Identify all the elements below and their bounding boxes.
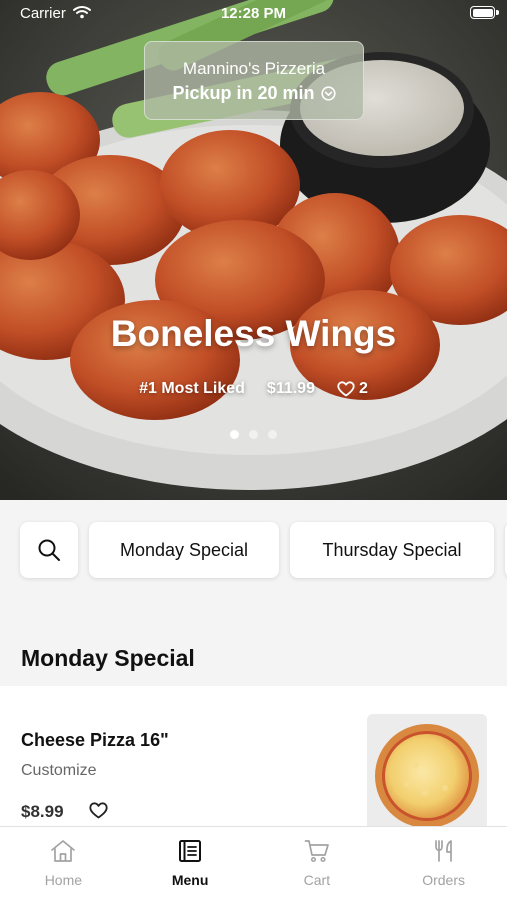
battery-icon <box>470 6 495 19</box>
hero-price: $11.99 <box>266 380 315 397</box>
pizza-image <box>375 724 479 828</box>
search-button[interactable] <box>20 522 78 578</box>
tab-bar: Home Menu Cart Orders <box>0 826 507 900</box>
hero-title: Boneless Wings <box>110 313 397 354</box>
tab-orders-label: Orders <box>422 872 466 888</box>
carousel-dot[interactable] <box>249 430 258 439</box>
battery-tip <box>496 10 499 15</box>
pickup-time-row: Pickup in 20 min <box>145 83 363 104</box>
status-bar: Carrier 12:28 PM <box>0 0 507 28</box>
hero-like-button[interactable]: 2 <box>337 380 368 398</box>
cart-icon <box>304 840 329 863</box>
heart-icon <box>337 381 355 397</box>
tab-home-label: Home <box>44 872 83 888</box>
menu-item-price: $8.99 <box>21 802 64 821</box>
category-chip-thursday-special[interactable]: Thursday Special <box>290 522 494 578</box>
clock: 12:28 PM <box>220 5 287 22</box>
favorite-heart-icon[interactable] <box>89 802 108 819</box>
home-icon <box>51 840 76 862</box>
tab-cart-label: Cart <box>303 872 331 888</box>
pickup-time: Pickup in 20 min <box>172 83 315 103</box>
hero-badge: #1 Most Liked <box>139 380 245 397</box>
tab-orders[interactable]: Orders <box>380 827 507 900</box>
hero-meta: #1 Most Liked $11.99 2 <box>0 380 507 398</box>
chevron-down-circle-icon <box>320 86 336 101</box>
fork-knife-icon <box>434 840 452 862</box>
category-chips: Monday Special Thursday Special <box>20 522 507 578</box>
menu-item-name[interactable]: Cheese Pizza 16" <box>21 730 169 751</box>
tab-menu-label: Menu <box>171 872 209 888</box>
tab-home[interactable]: Home <box>0 827 127 900</box>
carousel-pagination[interactable] <box>0 430 507 439</box>
search-icon <box>38 539 60 561</box>
menu-item-customize[interactable]: Customize <box>21 762 97 780</box>
hero-banner[interactable]: Carrier 12:28 PM Mannino's Pizzeria Pick… <box>0 0 507 500</box>
carousel-dot[interactable] <box>230 430 239 439</box>
tab-menu[interactable]: Menu <box>127 827 254 900</box>
menu-book-icon <box>179 840 202 862</box>
carousel-dot[interactable] <box>268 430 277 439</box>
hero-like-count: 2 <box>358 380 368 397</box>
store-pickup-selector[interactable]: Mannino's Pizzeria Pickup in 20 min <box>144 41 364 120</box>
category-chip-monday-special[interactable]: Monday Special <box>89 522 279 578</box>
tab-cart[interactable]: Cart <box>254 827 381 900</box>
menu-item-image[interactable] <box>367 714 487 834</box>
section-title: Monday Special <box>21 645 195 671</box>
store-name: Mannino's Pizzeria <box>182 59 326 78</box>
